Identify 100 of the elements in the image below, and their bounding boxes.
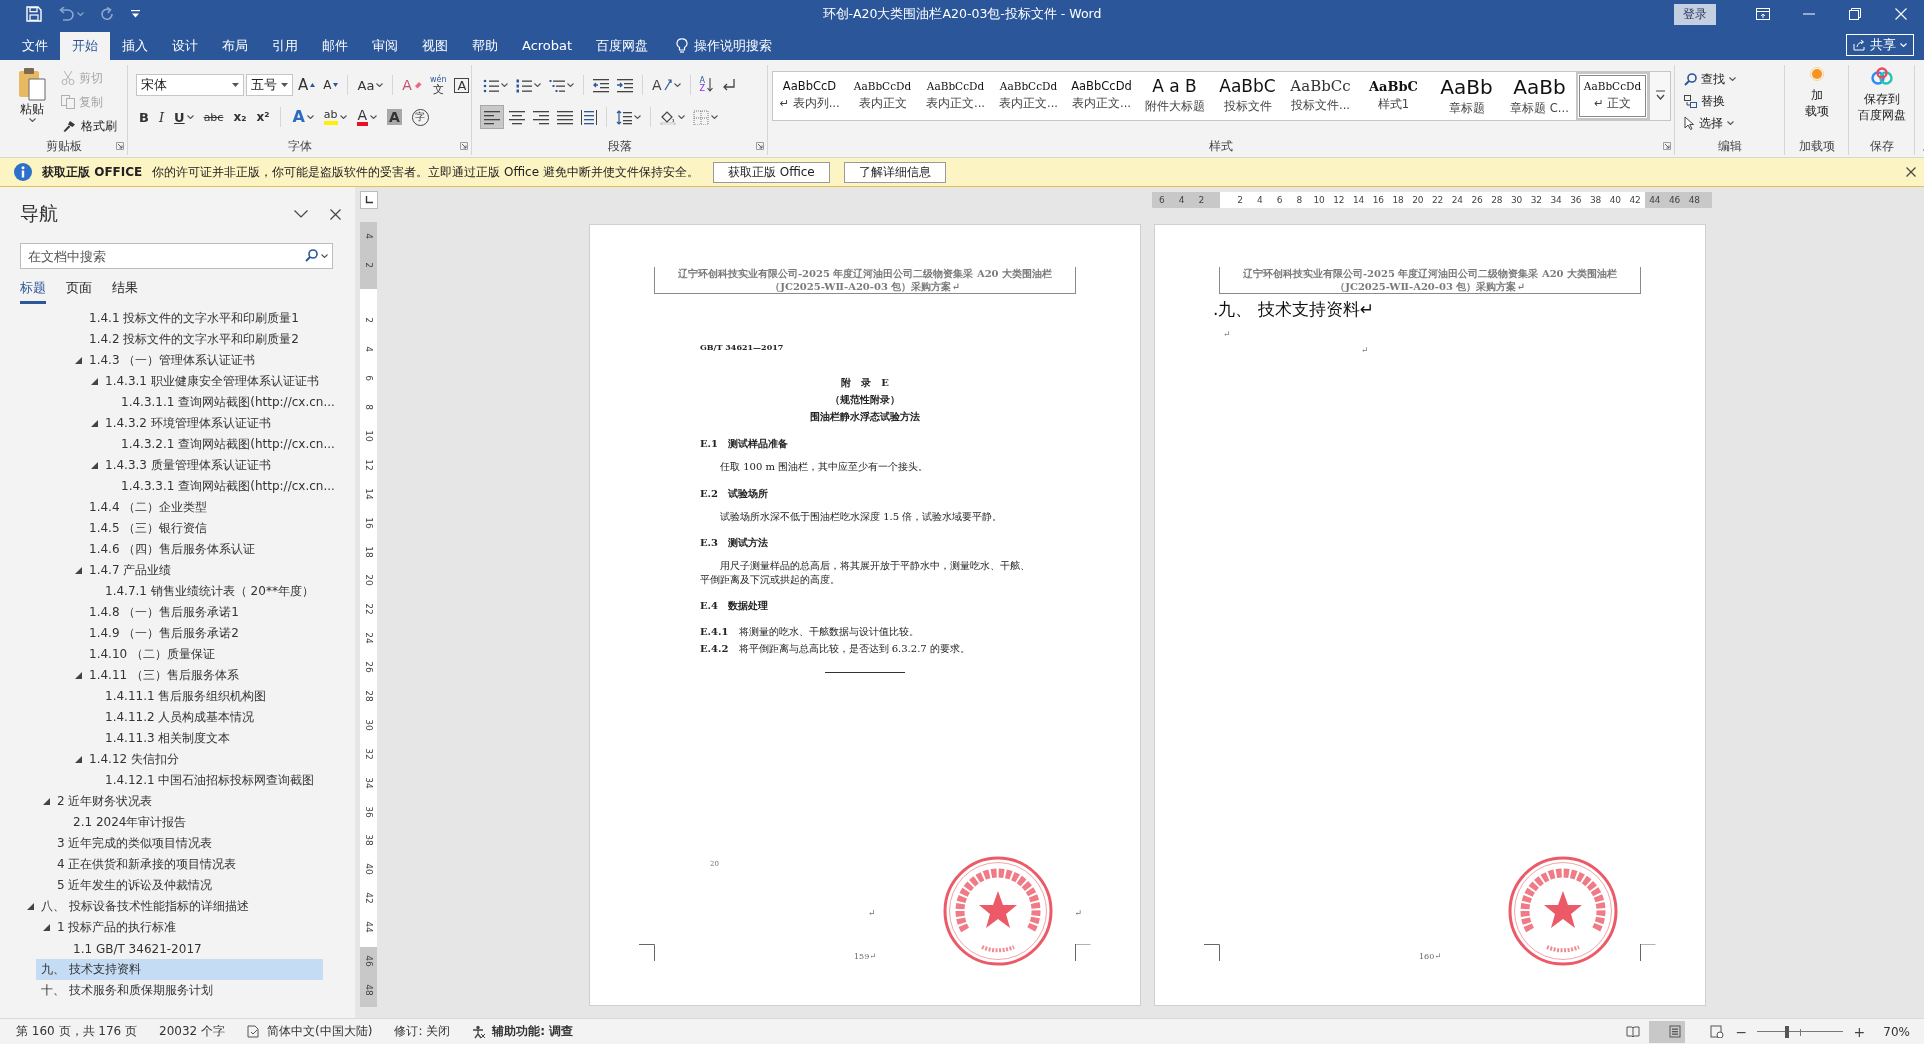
outline-item[interactable]: 1.4.12 失信扣分 xyxy=(22,749,352,770)
outline-item[interactable]: 1.4.3 （一）管理体系认证证书 xyxy=(22,350,352,371)
text-effects-button[interactable]: A xyxy=(289,105,317,129)
proofing-icon[interactable] xyxy=(247,1025,262,1038)
more-styles-icon[interactable] xyxy=(1655,90,1665,102)
shrink-font-button[interactable]: A xyxy=(320,73,342,97)
outline-item[interactable]: 1.4.11.1 售后服务组织机构图 xyxy=(22,686,352,707)
outline-item[interactable]: 1.4.7.1 销售业绩统计表（ 20**年度） xyxy=(22,581,352,602)
strikethrough-button[interactable]: abc xyxy=(200,105,227,129)
outline-item[interactable]: 1.4.3.3 质量管理体系认证证书 xyxy=(22,455,352,476)
close-icon[interactable] xyxy=(330,208,341,220)
expanded-triangle-icon[interactable] xyxy=(75,357,82,364)
zoom-level[interactable]: 70% xyxy=(1883,1024,1910,1039)
grow-font-button[interactable]: A xyxy=(295,73,319,97)
outline-item[interactable]: 十、 技术服务和质保期服务计划 xyxy=(22,980,352,1001)
vertical-ruler[interactable]: 4 2 2 4 6 8 10 12 14 16 18 20 22 24 26 28 30 32 34 36 38 40 42 44 46 48 xyxy=(360,222,377,1007)
outline-item[interactable]: 1.4.3.3.1 查询网站截图(http://cx.cn... xyxy=(22,476,352,497)
outline-item[interactable]: 1.4.9 （一）售后服务承诺2 xyxy=(22,623,352,644)
sign-in-button[interactable]: 登录 xyxy=(1674,3,1716,25)
style-item[interactable]: AaBb 章标题 C... xyxy=(1503,72,1576,120)
outline-item[interactable]: 八、 投标设备技术性能指标的详细描述 xyxy=(22,896,352,917)
outline-item[interactable]: 1.4.10 （二）质量保证 xyxy=(22,644,352,665)
redo-icon[interactable] xyxy=(100,6,115,22)
outline-item[interactable]: 1.4.1 投标文件的文字水平和印刷质量1 xyxy=(22,308,352,329)
style-item[interactable]: AaBbCcD ↵ 表内列... xyxy=(773,72,846,120)
ribbon-tab[interactable]: 视图 xyxy=(410,32,460,60)
outline-item[interactable]: 1.4.2 投标文件的文字水平和印刷质量2 xyxy=(22,329,352,350)
expanded-triangle-icon[interactable] xyxy=(75,756,82,763)
outline-item[interactable]: 1.4.11 （三）售后服务体系 xyxy=(22,665,352,686)
ribbon-tab[interactable]: 邮件 xyxy=(310,32,360,60)
find-button[interactable]: 查找 xyxy=(1681,68,1739,90)
search-icon[interactable] xyxy=(305,249,318,262)
character-border-button[interactable]: A xyxy=(451,73,473,97)
outline-item[interactable]: 5 近年发生的诉讼及仲裁情况 xyxy=(22,875,352,896)
clear-formatting-button[interactable]: A xyxy=(399,73,425,97)
zoom-out-button[interactable]: − xyxy=(1733,1023,1750,1040)
style-item[interactable]: AaBbC 样式1 xyxy=(1357,72,1430,120)
slider-thumb[interactable] xyxy=(1784,1025,1789,1038)
dialog-launcher-icon[interactable] xyxy=(460,142,468,150)
ribbon-tab[interactable]: 布局 xyxy=(210,32,260,60)
accessibility-status[interactable]: 辅助功能: 调查 xyxy=(492,1023,574,1040)
warning-action-button[interactable]: 了解详细信息 xyxy=(843,161,946,183)
ribbon-tab[interactable]: 设计 xyxy=(160,32,210,60)
ribbon-tab[interactable]: 百度网盘 xyxy=(584,32,661,60)
page-count[interactable]: 第 160 页，共 176 页 xyxy=(16,1023,138,1040)
outline-item[interactable]: 1.4.3.1 职业健康安全管理体系认证证书 xyxy=(22,371,352,392)
expanded-triangle-icon[interactable] xyxy=(75,672,82,679)
track-changes-status[interactable]: 修订: 关闭 xyxy=(394,1023,451,1040)
language-status[interactable]: 简体中文(中国大陆) xyxy=(267,1023,373,1040)
align-left-button[interactable] xyxy=(480,105,504,129)
outline-item[interactable]: 1.4.7 产品业绩 xyxy=(22,560,352,581)
tab-selector[interactable] xyxy=(360,191,378,209)
ribbon-tab[interactable]: 插入 xyxy=(110,32,160,60)
dialog-launcher-icon[interactable] xyxy=(116,142,124,150)
ribbon-tab[interactable]: Acrobat xyxy=(510,32,585,60)
warning-action-button[interactable]: 获取正版 Office xyxy=(712,161,830,183)
style-item[interactable]: AaBbC 投标文件 xyxy=(1211,72,1284,120)
outline-item[interactable]: 1.4.3.2 环境管理体系认证证书 xyxy=(22,413,352,434)
tell-me-search[interactable]: 操作说明搜索 xyxy=(676,32,773,60)
replace-button[interactable]: 替换 xyxy=(1681,90,1739,112)
font-size-field[interactable]: 五号 xyxy=(246,74,293,96)
undo-icon[interactable] xyxy=(58,7,74,21)
style-item[interactable]: AaBbCc 投标文件... xyxy=(1284,72,1357,120)
ribbon-tab[interactable]: 帮助 xyxy=(460,32,510,60)
pane-tab[interactable]: 结果 xyxy=(112,279,138,304)
text-direction-button[interactable]: A xyxy=(649,73,684,97)
ribbon-tab[interactable]: 审阅 xyxy=(360,32,410,60)
sort-button[interactable]: A Z xyxy=(696,73,717,97)
expanded-triangle-icon[interactable] xyxy=(91,462,98,469)
style-item[interactable]: AaBbCcDd 表内正文... xyxy=(1065,72,1138,120)
dialog-launcher-icon[interactable] xyxy=(756,142,764,150)
outline-item[interactable]: 1.4.5 （三）银行资信 xyxy=(22,518,352,539)
search-field[interactable]: 在文档中搜索 xyxy=(20,243,333,269)
outline-item[interactable]: 1.4.6 （四）售后服务体系认证 xyxy=(22,539,352,560)
outline-item[interactable]: 1.1 GB/T 34621-2017 xyxy=(22,938,352,959)
dialog-launcher-icon[interactable] xyxy=(1663,142,1671,150)
outline-item[interactable]: 2.1 2024年审计报告 xyxy=(22,812,352,833)
close-icon[interactable] xyxy=(1906,167,1916,177)
outline-item[interactable]: 1.4.11.2 人员构成基本情况 xyxy=(22,707,352,728)
ribbon-tab[interactable]: 文件 xyxy=(10,32,60,60)
style-item[interactable]: AaBb 章标题 xyxy=(1430,72,1503,120)
format-painter-button[interactable]: 格式刷 xyxy=(58,115,120,137)
add-ins-button[interactable]: 加 载项 xyxy=(1800,65,1833,137)
outline-item[interactable]: 1 投标产品的执行标准 xyxy=(22,917,352,938)
expanded-triangle-icon[interactable] xyxy=(43,924,50,931)
zoom-in-button[interactable]: + xyxy=(1851,1023,1868,1040)
subscript-button[interactable]: x₂ xyxy=(230,105,250,129)
expanded-triangle-icon[interactable] xyxy=(91,378,98,385)
outline-item[interactable]: 1.4.3.2.1 查询网站截图(http://cx.cn... xyxy=(22,434,352,455)
expanded-triangle-icon[interactable] xyxy=(91,420,98,427)
superscript-button[interactable]: x² xyxy=(253,105,273,129)
font-color-button[interactable]: A xyxy=(353,105,381,129)
restore-icon[interactable] xyxy=(1849,8,1861,20)
outline-item[interactable]: 1.4.8 （一）售后服务承诺1 xyxy=(22,602,352,623)
pane-tab[interactable]: 页面 xyxy=(66,279,92,304)
expanded-triangle-icon[interactable] xyxy=(43,798,50,805)
bold-button[interactable]: B xyxy=(136,105,152,129)
outline-item[interactable]: 1.4.11.3 相关制度文本 xyxy=(22,728,352,749)
style-item[interactable]: A a B 附件大标题 xyxy=(1138,72,1211,120)
select-button[interactable]: 选择 xyxy=(1681,112,1739,134)
